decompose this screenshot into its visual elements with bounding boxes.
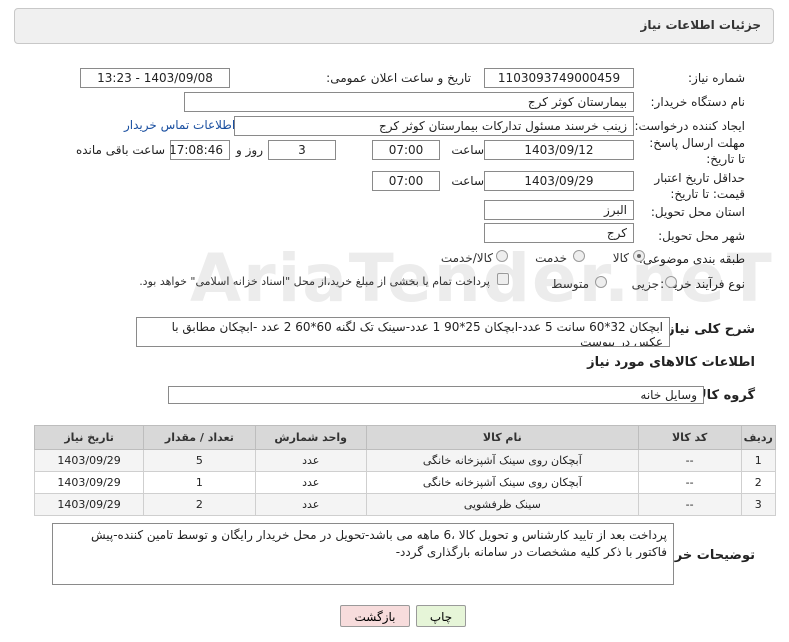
buyer-contact-link[interactable]: اطلاعات تماس خریدار [124,118,235,132]
validity-hour-label: ساعت [451,174,484,188]
purchase-option-medium: متوسط [551,277,589,291]
need-number-label: شماره نیاز: [688,71,745,85]
items-table: ردیف کد کالا نام کالا واحد شمارش تعداد /… [33,425,777,516]
subject-radio-goods-service[interactable] [496,250,508,262]
goods-group-field: وسایل خانه [168,386,704,404]
col-item-name: نام کالا [365,425,639,450]
cell-need-date: 1403/09/29 [33,493,145,516]
col-quantity: تعداد / مقدار [143,425,256,450]
header-panel: جزئیات اطلاعات نیاز [14,8,774,44]
buyer-org-field: بیمارستان کوثر کرج [184,92,634,112]
requester-label: ایجاد کننده درخواست: [634,119,745,133]
need-description-text: ابچکان 32*60 سانت 5 عدد-ابچکان 25*90 1 ع… [136,317,670,347]
cell-item-name: آبچکان روی سینک آشپزخانه خانگی [365,449,639,472]
buyer-org-label: نام دستگاه خریدار: [650,95,746,109]
cell-item-name: سینک ظرفشویی [365,493,639,516]
reply-hour-label: ساعت [451,143,484,157]
treasury-payment-checkbox[interactable] [497,273,509,285]
subject-radio-service[interactable] [573,250,585,262]
requester-field: زینب خرسند مسئول تدارکات بیمارستان کوثر … [234,116,634,136]
cell-item-code: -- [637,471,742,494]
subject-radio-goods[interactable] [633,250,645,262]
cell-row-number: 1 [740,449,777,472]
cell-item-code: -- [637,493,742,516]
subject-option-service: خدمت [535,251,567,265]
time-remaining-label: ساعت باقی مانده [75,143,165,157]
reply-deadline-label: مهلت ارسال پاسخ: تا تاریخ: [649,136,745,166]
days-and-label: روز و [236,143,263,157]
subject-class-label: طبقه بندی موضوعی: [638,252,745,266]
print-button[interactable]: چاپ [416,605,466,627]
need-description-label: شرح کلی نیاز: [661,322,755,337]
cell-item-name: آبچکان روی سینک آشپزخانه خانگی [365,471,639,494]
delivery-province-label: استان محل تحویل: [650,205,745,219]
subject-option-goods-service: کالا/خدمت [440,251,493,265]
validity-date-field: 1403/09/29 [484,171,634,191]
goods-info-heading: اطلاعات کالاهای مورد نیاز [587,355,755,370]
purchase-radio-medium[interactable] [595,276,607,288]
delivery-city-label: شهر محل تحویل: [658,229,745,243]
col-item-code: کد کالا [637,425,742,450]
city-field: کرج [484,223,634,243]
cell-row-number: 2 [740,471,777,494]
subject-option-goods: کالا [612,251,629,265]
validity-time-field: 07:00 [372,171,440,191]
page-title: جزئیات اطلاعات نیاز [640,18,761,32]
cell-unit: عدد [254,493,367,516]
cell-need-date: 1403/09/29 [33,471,145,494]
cell-quantity: 2 [143,493,256,516]
cell-item-code: -- [637,449,742,472]
cell-unit: عدد [254,449,367,472]
cell-quantity: 5 [143,449,256,472]
col-need-date: تاریخ نیاز [33,425,145,450]
price-validity-label: حداقل تاریخ اعتبار قیمت: تا تاریخ: [654,171,745,201]
table-row: 2 -- آبچکان روی سینک آشپزخانه خانگی عدد … [33,471,777,494]
province-field: البرز [484,200,634,220]
reply-date-field: 1403/09/12 [484,140,634,160]
purchase-option-minor: جزیی [631,277,659,291]
table-row: 1 -- آبچکان روی سینک آشپزخانه خانگی عدد … [33,449,777,472]
purchase-radio-minor[interactable] [665,276,677,288]
cell-unit: عدد [254,471,367,494]
remaining-time-field: 17:08:46 [170,140,230,160]
cell-row-number: 3 [740,493,777,516]
back-button[interactable]: بازگشت [340,605,410,627]
table-header-row: ردیف کد کالا نام کالا واحد شمارش تعداد /… [33,425,777,450]
table-row: 3 -- سینک ظرفشویی عدد 2 1403/09/29 [33,493,777,516]
col-unit: واحد شمارش [254,425,367,450]
need-number-field: 1103093749000459 [484,68,634,88]
announce-datetime-label: تاریخ و ساعت اعلان عمومی: [326,71,471,85]
announce-datetime-field: 1403/09/08 - 13:23 [80,68,230,88]
reply-days-field: 3 [268,140,336,160]
buyer-notes-text: پرداخت بعد از تایید کارشناس و تحویل کالا… [52,523,674,585]
col-row-number: ردیف [740,425,777,450]
treasury-payment-note: پرداخت تمام یا بخشی از مبلغ خرید،از محل … [139,275,490,288]
reply-time-field: 07:00 [372,140,440,160]
cell-need-date: 1403/09/29 [33,449,145,472]
cell-quantity: 1 [143,471,256,494]
